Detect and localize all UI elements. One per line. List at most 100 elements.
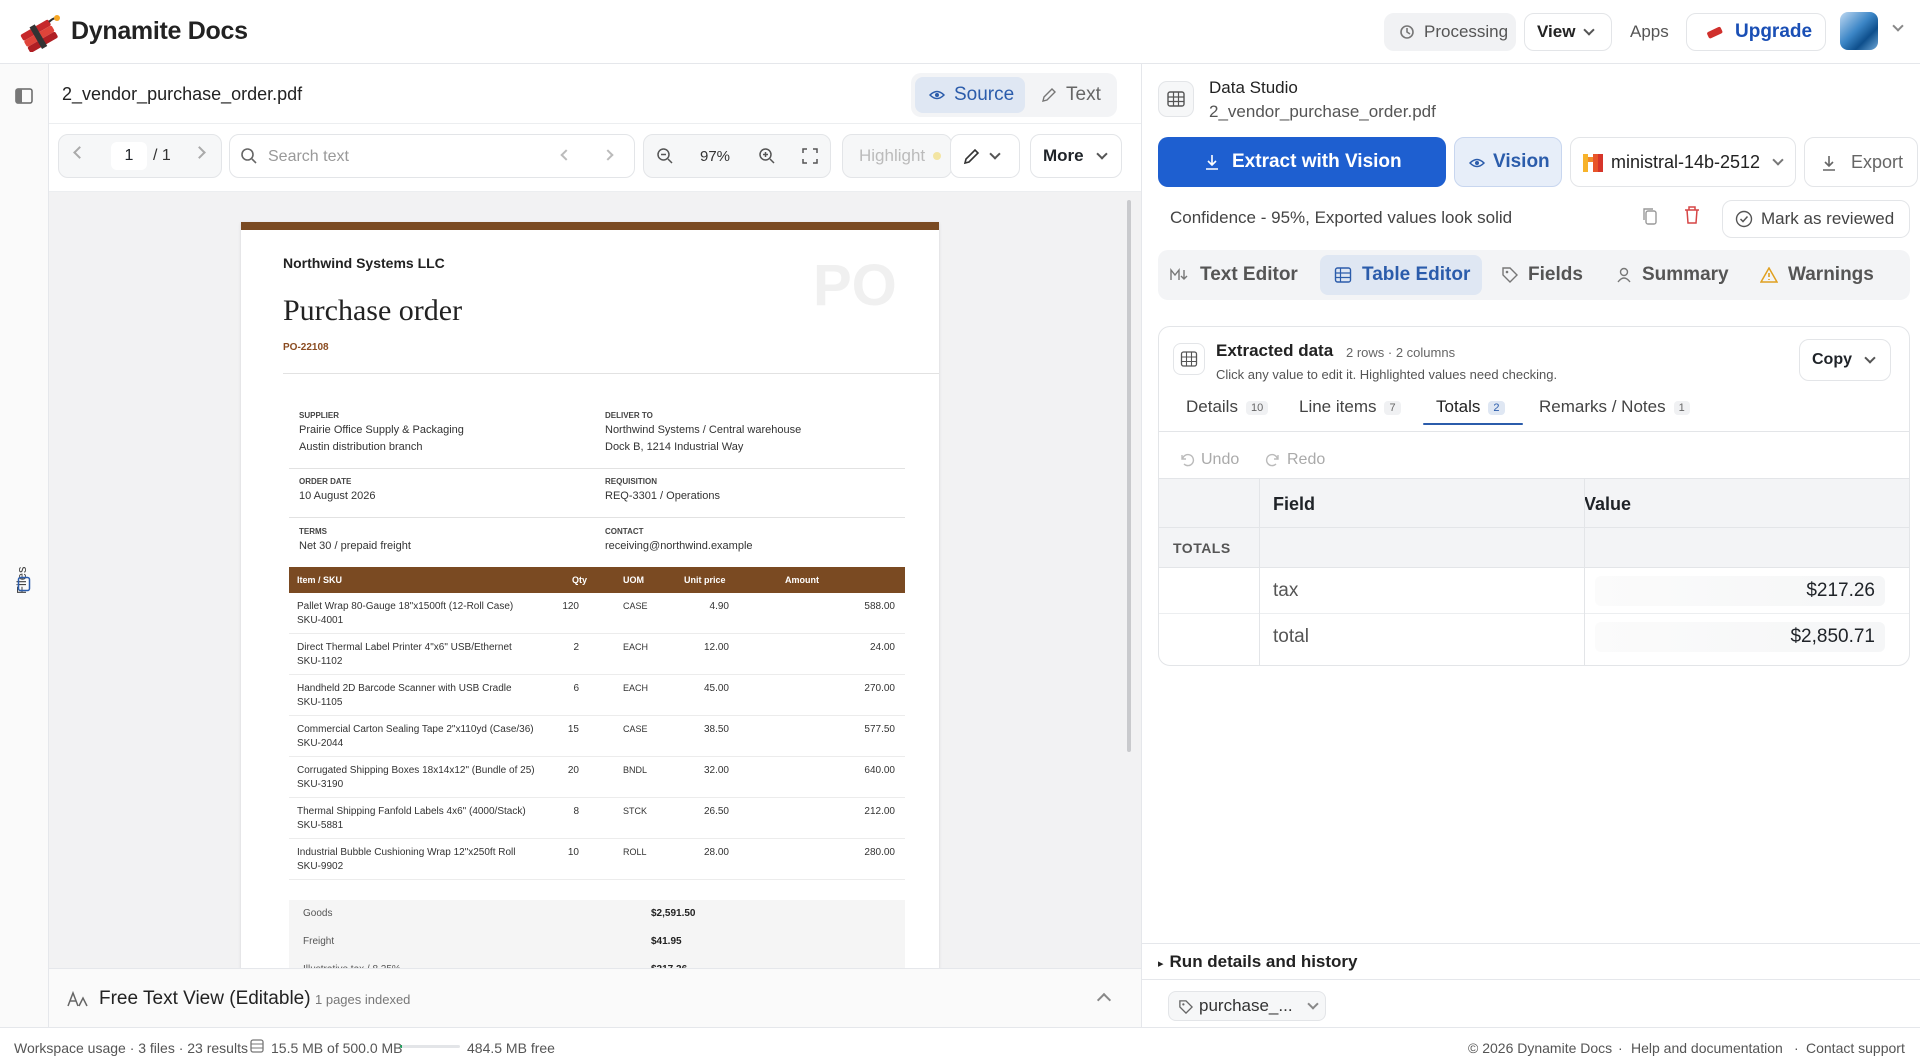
undo-button[interactable]: Undo xyxy=(1179,451,1239,469)
field-cell[interactable]: total xyxy=(1273,626,1309,648)
order-date: 10 August 2026 xyxy=(299,490,376,502)
trash-icon[interactable] xyxy=(1684,206,1700,224)
annotate-menu-button[interactable] xyxy=(950,134,1020,178)
apps-link[interactable]: Apps xyxy=(1630,22,1669,42)
upgrade-button[interactable]: Upgrade xyxy=(1686,13,1826,51)
subtab-details[interactable]: Details 10 xyxy=(1186,397,1269,417)
processing-status-button[interactable]: Processing xyxy=(1384,13,1516,51)
col-qty: Qty xyxy=(572,575,588,585)
tab-table-editor[interactable]: Table Editor xyxy=(1320,255,1482,295)
pencil-icon xyxy=(1042,88,1056,102)
tab-label: Fields xyxy=(1528,264,1583,285)
document-type-tag[interactable]: purchase_... xyxy=(1168,991,1326,1021)
doc-item-sku: SKU-3190 xyxy=(297,779,344,790)
extract-with-vision-button[interactable]: Extract with Vision xyxy=(1158,137,1446,187)
doc-item-name: Commercial Carton Sealing Tape 2"x110yd … xyxy=(297,724,534,735)
extracted-hint: Click any value to edit it. Highlighted … xyxy=(1216,367,1558,382)
zoom-in-icon[interactable] xyxy=(758,147,776,165)
view-menu-button[interactable]: View xyxy=(1524,13,1612,51)
workspace-usage: Workspace usage · 3 files · 23 results xyxy=(14,1040,248,1056)
doc-item-qty: 8 xyxy=(573,806,579,817)
prev-page-icon[interactable] xyxy=(73,146,86,159)
pdf-page: Northwind Systems LLC PO Purchase order … xyxy=(241,222,939,982)
contact-support-link[interactable]: Contact support xyxy=(1806,1040,1905,1056)
doc-watermark: PO xyxy=(813,253,897,318)
user-avatar[interactable] xyxy=(1840,12,1878,50)
page-number-input[interactable]: 1 xyxy=(111,142,147,170)
free-text-meta: 1 pages indexed xyxy=(315,992,411,1007)
text-recognition-icon xyxy=(67,990,88,1007)
chevron-down-icon xyxy=(1095,148,1108,160)
mark-reviewed-button[interactable]: Mark as reviewed xyxy=(1722,200,1910,238)
export-button[interactable]: Export xyxy=(1804,137,1918,187)
copy-menu-button[interactable]: Copy xyxy=(1799,339,1891,381)
value-cell[interactable]: $2,850.71 xyxy=(1595,622,1885,652)
help-link[interactable]: Help and documentation xyxy=(1631,1040,1783,1056)
next-page-icon[interactable] xyxy=(193,146,206,159)
viewer-header: 2_vendor_purchase_order.pdf Source Text xyxy=(49,64,1141,124)
field-cell[interactable]: tax xyxy=(1273,580,1298,602)
tag-divider xyxy=(1142,979,1920,980)
subtab-label: Remarks / Notes xyxy=(1539,397,1666,416)
tab-warnings[interactable]: Warnings xyxy=(1760,255,1890,295)
separator: · xyxy=(1794,1040,1799,1056)
value-cell[interactable]: $217.26 xyxy=(1595,576,1885,606)
search-input[interactable]: Search text xyxy=(268,148,349,166)
more-label: More xyxy=(1043,146,1084,165)
storage-progress-fill xyxy=(400,1045,402,1048)
extract-label: Extract with Vision xyxy=(1232,151,1402,172)
undo-icon xyxy=(1181,453,1195,467)
col-unit-price: Unit price xyxy=(684,575,726,585)
doc-item-amount: 24.00 xyxy=(869,642,895,653)
zoom-out-icon[interactable] xyxy=(656,147,674,165)
tab-text-editor[interactable]: Text Editor xyxy=(1170,255,1310,295)
vision-mode-button[interactable]: Vision xyxy=(1454,137,1562,187)
doc-item-price: 4.90 xyxy=(709,601,729,612)
files-icon[interactable] xyxy=(17,576,31,592)
source-view-button[interactable]: Source xyxy=(915,77,1025,113)
more-menu-button[interactable]: More xyxy=(1030,134,1122,178)
doc-item-sku: SKU-1105 xyxy=(297,697,343,708)
doc-item-qty: 6 xyxy=(573,683,579,694)
sidebar-toggle-icon[interactable] xyxy=(15,87,33,105)
text-view-button[interactable]: Text xyxy=(1035,77,1113,113)
subtab-totals[interactable]: Totals 2 xyxy=(1436,397,1505,417)
doc-line-item-row: Corrugated Shipping Boxes 18x14x12" (Bun… xyxy=(289,757,905,798)
doc-item-price: 28.00 xyxy=(703,847,729,858)
doc-item-amount: 640.00 xyxy=(864,765,895,776)
highlight-button[interactable]: Highlight xyxy=(842,134,952,178)
viewer-scrollbar[interactable] xyxy=(1127,200,1131,752)
doc-item-sku: SKU-2044 xyxy=(297,738,344,749)
zoom-level: 97% xyxy=(700,148,731,165)
subtab-divider xyxy=(1159,431,1909,432)
doc-item-qty: 120 xyxy=(562,601,579,612)
copy-icon[interactable] xyxy=(1642,207,1658,225)
doc-item-name: Handheld 2D Barcode Scanner with USB Cra… xyxy=(297,683,512,694)
subtab-line-items[interactable]: Line items 7 xyxy=(1299,397,1401,417)
fit-screen-icon[interactable] xyxy=(802,148,818,164)
tab-label: Table Editor xyxy=(1362,264,1471,285)
free-text-view-bar[interactable]: Free Text View (Editable) 1 pages indexe… xyxy=(49,968,1141,1027)
model-select[interactable]: ministral-14b-2512 xyxy=(1570,137,1796,187)
doc-item-price: 38.50 xyxy=(703,724,729,735)
search-icon xyxy=(241,148,257,164)
copyright: © 2026 Dynamite Docs xyxy=(1468,1040,1613,1056)
processing-icon xyxy=(1400,25,1414,39)
divider xyxy=(283,373,939,374)
viewer-toolbar: 1 / 1 Search text 97% Highlight More xyxy=(49,124,1141,192)
view-mode-toggle: Source Text xyxy=(911,73,1117,117)
chevron-up-icon[interactable] xyxy=(1096,992,1112,1008)
run-details-divider xyxy=(1142,943,1920,944)
mistral-logo-icon xyxy=(1583,154,1603,172)
doc-item-name: Pallet Wrap 80-Gauge 18"x1500ft (12-Roll… xyxy=(297,601,514,612)
account-chevron-down-icon[interactable] xyxy=(1892,20,1904,32)
redo-button[interactable]: Redo xyxy=(1265,451,1325,469)
search-prev-icon[interactable] xyxy=(560,149,572,161)
upgrade-label: Upgrade xyxy=(1735,21,1813,42)
tab-summary[interactable]: Summary xyxy=(1616,255,1746,295)
tab-fields[interactable]: Fields xyxy=(1502,255,1602,295)
search-next-icon[interactable] xyxy=(602,149,614,161)
subtab-remarks-notes[interactable]: Remarks / Notes 1 xyxy=(1539,397,1690,417)
subtab-count: 1 xyxy=(1673,400,1690,415)
run-details-toggle[interactable]: ▸ Run details and history xyxy=(1158,952,1358,972)
